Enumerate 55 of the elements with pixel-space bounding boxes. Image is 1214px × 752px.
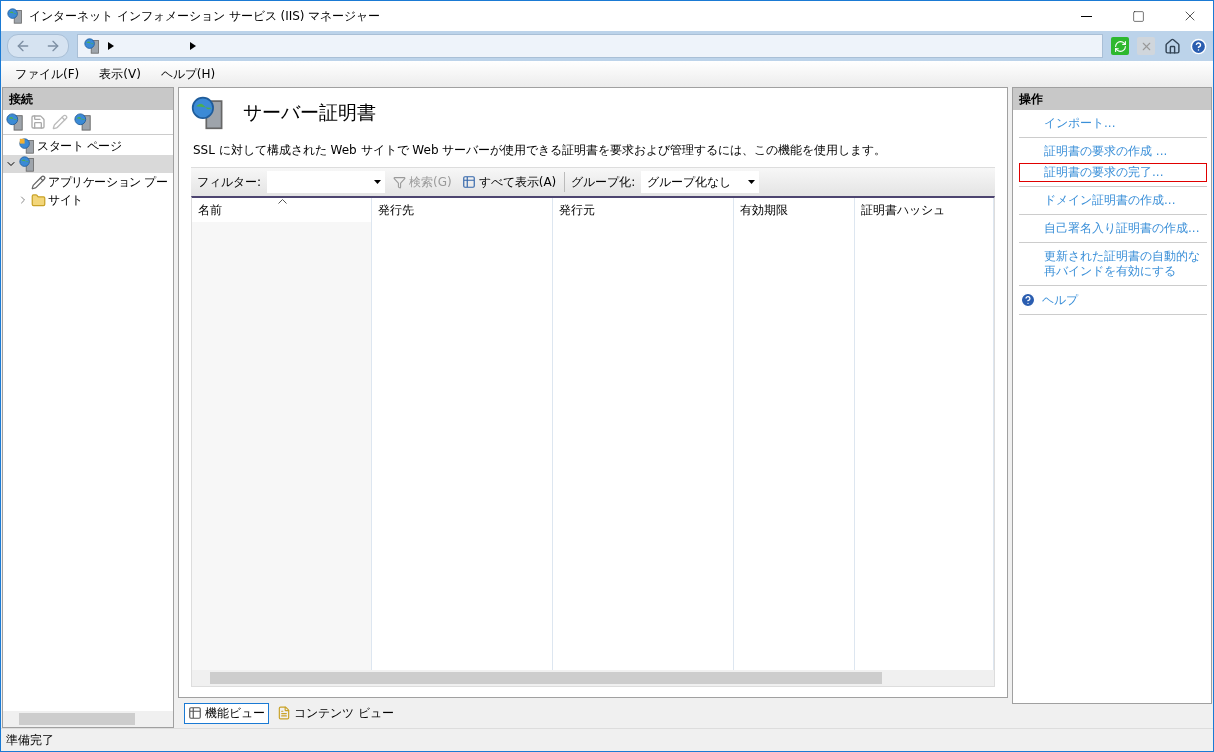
action-link[interactable]: 証明書の要求の作成 ... (1019, 142, 1207, 161)
dropdown-arrow-icon[interactable] (748, 180, 756, 184)
tree-item[interactable] (3, 155, 173, 173)
view-tab[interactable]: コンテンツ ビュー (273, 702, 398, 724)
scrollbar[interactable] (3, 711, 173, 727)
action-link[interactable]: 証明書の要求の完了... (1019, 163, 1207, 182)
action-link[interactable]: 自己署名入り証明書の作成... (1019, 219, 1207, 238)
table-icon (188, 706, 202, 720)
filter-field[interactable] (267, 171, 386, 193)
help-icon (1020, 292, 1036, 308)
action-link[interactable]: ドメイン証明書の作成... (1019, 191, 1207, 210)
group-by-select[interactable]: グループ化なし (641, 171, 760, 193)
start-page-icon (19, 138, 35, 154)
feature-title: サーバー証明書 (243, 100, 376, 125)
menu-item[interactable]: ヘルプ(H) (152, 63, 224, 85)
action-link[interactable]: 更新された証明書の自動的な再バインドを有効にする (1019, 247, 1207, 281)
description: SSL に対して構成された Web サイトで Web サーバーが使用できる証明書を要求および管理するには、この機能を使用します。 (193, 142, 888, 159)
home-icon[interactable] (1163, 37, 1181, 55)
tree-item[interactable]: アプリケーション プー (3, 173, 173, 191)
dropdown-arrow-icon[interactable] (374, 180, 382, 184)
forward-icon[interactable] (45, 38, 61, 54)
action-link[interactable]: ヘルプ (1019, 290, 1207, 310)
filter-icon (393, 175, 407, 189)
tree-item[interactable]: スタート ページ (3, 137, 173, 155)
app-icon (7, 8, 23, 24)
refresh-icon[interactable] (1111, 37, 1129, 55)
breadcrumb-arrow-icon (190, 42, 196, 50)
globe-server-icon (84, 38, 100, 54)
action-link[interactable]: インポート... (1019, 114, 1207, 133)
back-forward-buttons[interactable] (7, 34, 69, 58)
filter-label: フィルター: (197, 173, 262, 191)
back-icon[interactable] (15, 38, 31, 54)
window-title: インターネット インフォメーション サービス (IIS) マネージャー (29, 7, 382, 25)
menu-item[interactable]: ファイル(F) (7, 63, 88, 85)
table-icon (461, 175, 476, 189)
view-tab[interactable]: 機能ビュー (184, 702, 269, 724)
group-by-label: グループ化: (571, 173, 636, 191)
address-field[interactable] (77, 34, 1103, 58)
edit-icon[interactable] (52, 114, 68, 130)
globe-server-icon (19, 156, 35, 172)
show-all-button[interactable]: すべて表示(A) (459, 173, 559, 191)
minimize-icon (1080, 15, 1092, 17)
maximize-icon (1131, 9, 1145, 23)
help-icon[interactable] (1189, 37, 1207, 55)
status-text: 準備完了 (6, 731, 54, 749)
panel-title: 接続 (3, 88, 173, 110)
stop-icon[interactable] (1137, 37, 1155, 55)
document-icon (277, 706, 291, 720)
panel-title: 操作 (1013, 88, 1211, 110)
scrollbar[interactable] (192, 670, 994, 686)
tree-item[interactable]: サイト (3, 191, 173, 209)
save-icon[interactable] (30, 114, 46, 130)
menu-item[interactable]: 表示(V) (91, 63, 149, 85)
breadcrumb-arrow-icon (108, 42, 114, 50)
folder-icon (31, 192, 46, 208)
